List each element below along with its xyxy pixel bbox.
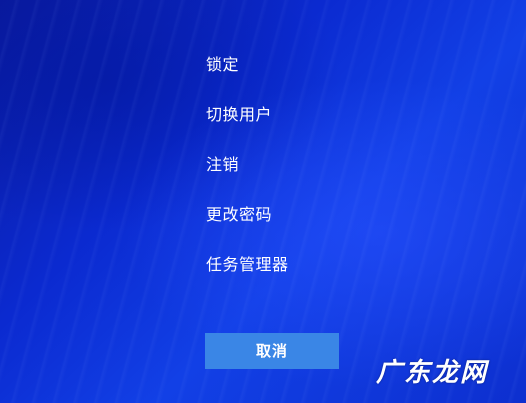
security-options-menu: 锁定 切换用户 注销 更改密码 任务管理器 xyxy=(206,53,426,303)
menu-item-lock[interactable]: 锁定 xyxy=(206,53,426,103)
menu-item-sign-out[interactable]: 注销 xyxy=(206,153,426,203)
menu-item-task-manager[interactable]: 任务管理器 xyxy=(206,253,426,303)
menu-item-switch-user[interactable]: 切换用户 xyxy=(206,103,426,153)
cancel-button[interactable]: 取消 xyxy=(205,333,339,369)
watermark-text: 广东龙网 xyxy=(375,358,488,388)
menu-item-change-password[interactable]: 更改密码 xyxy=(206,203,426,253)
